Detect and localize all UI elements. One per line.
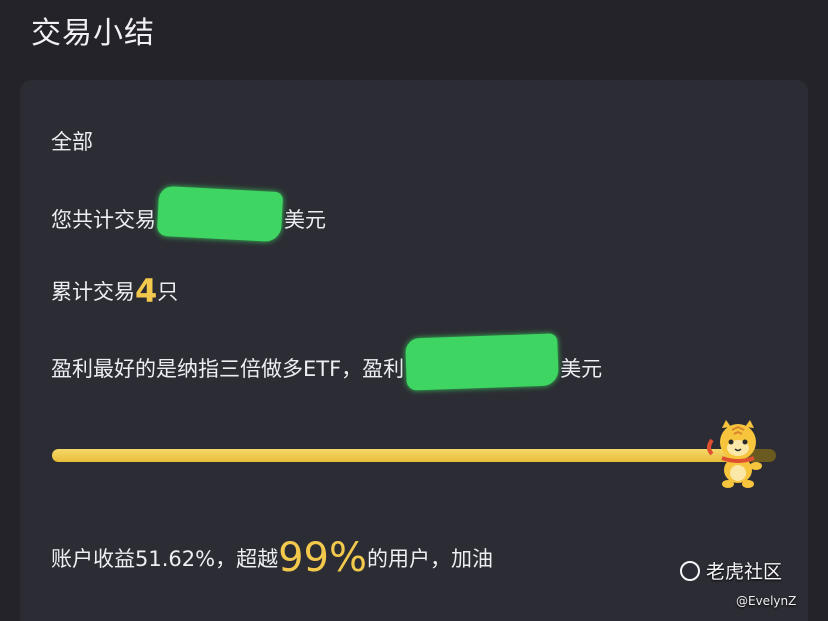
- returns-summary-row: 账户收益51.62%，超越99%的用户，加油: [51, 535, 493, 581]
- best-profit-text: 盈利最好的是纳指三倍做多ETF，盈利: [51, 357, 405, 381]
- community-watermark: 老虎社区: [680, 557, 782, 584]
- community-name: 老虎社区: [706, 561, 783, 583]
- returns-progress-fill: [52, 449, 740, 462]
- tiger-community-logo-icon: [680, 560, 700, 581]
- redaction-mark: [405, 333, 560, 391]
- trade-summary-page: 交易小结 全部 您共计交易 美元 累计交易4只 盈利最好的是纳指三倍做多ETF，盈…: [0, 0, 828, 621]
- stock-count-row: 累计交易4只: [51, 272, 178, 310]
- returns-prefix: 账户收益51.62%，超越: [51, 547, 279, 571]
- returns-progress-bar: [52, 449, 776, 462]
- stock-count-prefix: 累计交易: [51, 280, 135, 304]
- author-watermark: @EvelynZ: [736, 594, 797, 608]
- total-traded-row: 您共计交易 美元: [51, 185, 326, 243]
- stock-count-value: 4: [135, 272, 158, 310]
- summary-card: 全部 您共计交易美元 累计交易4只 盈利最好的是纳指三倍做多ETF，盈利美元: [20, 80, 808, 621]
- best-profit-row: 盈利最好的是纳指三倍做多ETF，盈利 美元: [51, 333, 603, 391]
- stock-count-suffix: 只: [157, 280, 179, 304]
- best-profit-unit: 美元: [560, 357, 603, 381]
- redaction-mark: [156, 185, 284, 243]
- returns-percent: 99%: [278, 535, 367, 581]
- total-traded-unit: 美元: [284, 208, 326, 232]
- page-title: 交易小结: [31, 16, 155, 51]
- tiger-mascot-icon: [707, 420, 762, 488]
- scope-label: 全部: [51, 130, 93, 154]
- returns-suffix: 的用户，加油: [366, 547, 493, 571]
- total-traded-prefix: 您共计交易: [51, 208, 156, 232]
